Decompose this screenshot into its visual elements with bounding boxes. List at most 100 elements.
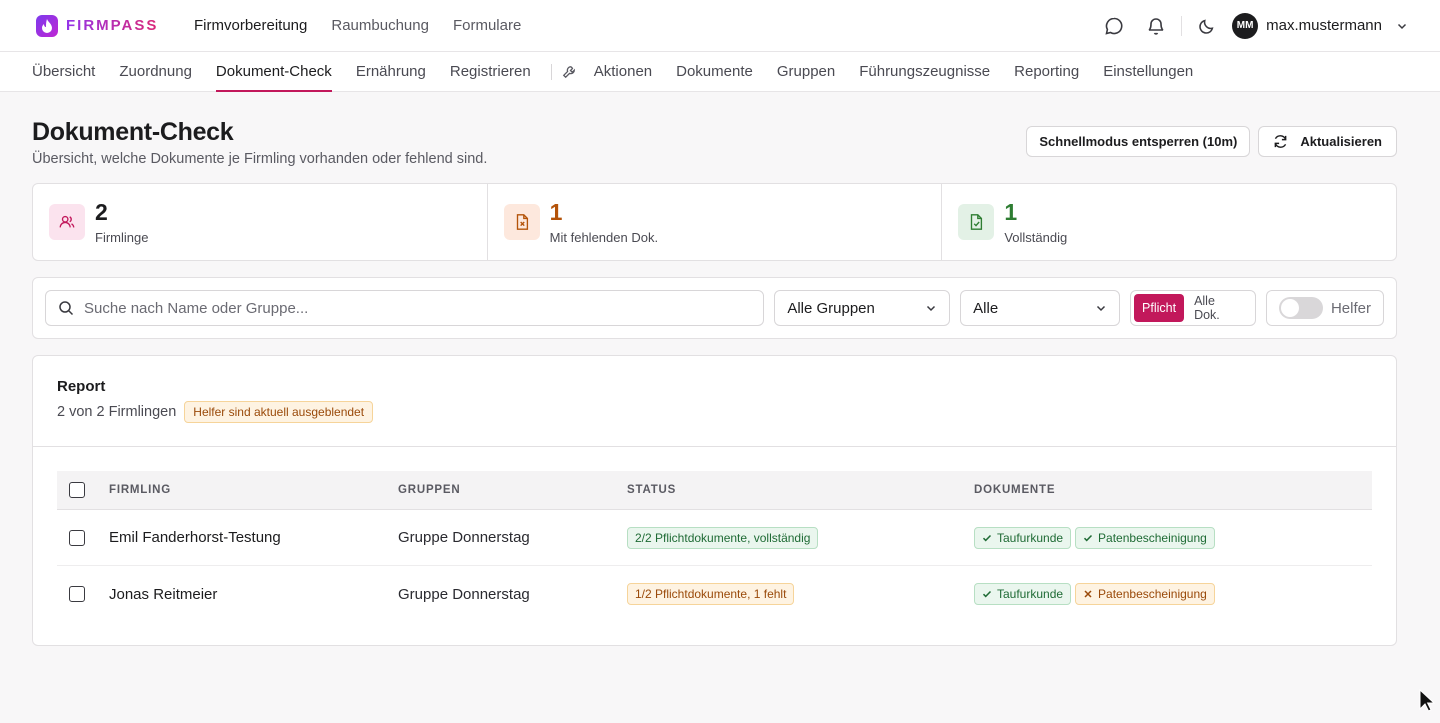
chevron-down-icon <box>1095 302 1107 314</box>
col-dokumente[interactable]: DOKUMENTE <box>974 484 1055 496</box>
nav-divider <box>550 63 552 80</box>
doc-label: Patenbescheinigung <box>1098 587 1207 601</box>
tab-gruppen[interactable]: Gruppen <box>777 52 835 92</box>
refresh-button[interactable]: Aktualisieren <box>1258 126 1397 157</box>
seg-pflicht[interactable]: Pflicht <box>1134 294 1185 322</box>
group-select-value: Alle Gruppen <box>787 299 875 317</box>
tab-zuordnung[interactable]: Zuordnung <box>119 52 192 92</box>
flame-icon <box>36 14 58 37</box>
report-count: 2 von 2 Firmlingen <box>57 404 177 420</box>
stat-value: 1 <box>1004 199 1018 225</box>
select-all-checkbox[interactable] <box>69 482 85 498</box>
row-checkbox[interactable] <box>69 586 85 602</box>
logo[interactable]: FIRMPASS <box>36 14 194 37</box>
main-nav: Firmvorbereitung Raumbuchung Formulare <box>194 17 521 34</box>
page-header: Dokument-Check Übersicht, welche Dokumen… <box>0 92 1440 167</box>
check-icon <box>982 589 992 599</box>
bell-icon[interactable] <box>1145 15 1167 37</box>
stat-value: 2 <box>95 199 108 225</box>
firmling-name[interactable]: Emil Fanderhorst-Testung <box>109 529 398 546</box>
col-gruppen[interactable]: GRUPPEN <box>398 484 627 496</box>
file-x-icon <box>503 204 540 240</box>
tab-fuehrungszeugnisse[interactable]: Führungszeugnisse <box>859 52 990 92</box>
tab-einstellungen[interactable]: Einstellungen <box>1103 52 1193 92</box>
table-header: FIRMLING GRUPPEN STATUS DOKUMENTE <box>57 471 1372 510</box>
col-status[interactable]: STATUS <box>627 484 974 496</box>
row-checkbox[interactable] <box>69 529 85 546</box>
firmling-name[interactable]: Jonas Reitmeier <box>109 586 398 603</box>
report-table: FIRMLING GRUPPEN STATUS DOKUMENTE Emil F… <box>57 471 1372 622</box>
chat-icon[interactable] <box>1103 15 1125 37</box>
stat-complete: 1 Vollständig <box>942 184 1396 260</box>
status-cell: 2/2 Pflichtdokumente, vollständig <box>627 526 974 549</box>
docs-cell: Taufurkunde Patenbescheinigung <box>974 583 1215 605</box>
refresh-icon <box>1273 134 1288 149</box>
group-select[interactable]: Alle Gruppen <box>774 290 951 326</box>
tab-reporting[interactable]: Reporting <box>1014 52 1079 92</box>
chevron-down-icon <box>1396 20 1408 32</box>
filter-bar: Alle Gruppen Alle Pflicht Alle Dok. Helf… <box>32 277 1397 339</box>
stat-label: Mit fehlenden Dok. <box>549 230 659 245</box>
doc-chip: Patenbescheinigung <box>1075 526 1215 549</box>
mouse-cursor-icon <box>1419 688 1436 716</box>
search-input[interactable] <box>84 299 752 317</box>
doc-label: Taufurkunde <box>997 530 1064 545</box>
doc-chip: Taufurkunde <box>974 526 1072 549</box>
tab-registrieren[interactable]: Registrieren <box>450 52 531 92</box>
stat-label: Firmlinge <box>95 230 149 245</box>
sub-nav: Übersicht Zuordnung Dokument-Check Ernäh… <box>0 52 1440 92</box>
seg-alle-dok[interactable]: Alle Dok. <box>1186 294 1252 322</box>
tab-aktionen[interactable]: Aktionen <box>594 52 652 92</box>
helfer-switch[interactable]: Helfer <box>1265 290 1384 326</box>
col-firmling[interactable]: FIRMLING <box>109 484 398 496</box>
unlock-fast-mode-button[interactable]: Schnellmodus entsperren (10m) <box>1026 126 1251 157</box>
avatar: MM <box>1232 12 1259 39</box>
report-title: Report <box>57 378 106 395</box>
chevron-down-icon <box>925 302 937 314</box>
tab-uebersicht[interactable]: Übersicht <box>32 52 95 92</box>
file-check-icon <box>958 204 995 240</box>
check-icon <box>1083 533 1093 543</box>
header-actions: Schnellmodus entsperren (10m) Aktualisie… <box>1026 126 1397 167</box>
wrench-icon <box>562 52 576 91</box>
doc-scope-toggle: Pflicht Alle Dok. <box>1130 290 1256 326</box>
table-row[interactable]: Jonas Reitmeier Gruppe Donnerstag 1/2 Pf… <box>57 566 1372 622</box>
search-box <box>45 290 765 326</box>
main-nav-formulare[interactable]: Formulare <box>453 17 521 34</box>
divider <box>1181 15 1183 36</box>
unlock-button-label: Schnellmodus entsperren (10m) <box>1039 134 1238 149</box>
report-header: Report 2 von 2 Firmlingen Helfer sind ak… <box>33 356 1396 447</box>
table-row[interactable]: Emil Fanderhorst-Testung Gruppe Donnerst… <box>57 510 1372 566</box>
check-icon <box>982 533 992 543</box>
moon-icon[interactable] <box>1196 15 1218 37</box>
group-name: Gruppe Donnerstag <box>398 585 530 603</box>
stat-firmlinge: 2 Firmlinge <box>33 184 488 260</box>
search-icon <box>58 300 74 316</box>
stats-panel: 2 Firmlinge 1 Mit fehlenden Dok. 1 Volls… <box>32 183 1397 261</box>
status-select-value: Alle <box>973 299 999 317</box>
doc-chip: Patenbescheinigung <box>1075 583 1215 605</box>
status-badge: 2/2 Pflichtdokumente, vollständig <box>627 526 819 549</box>
helper-hidden-badge: Helfer sind aktuell ausgeblendet <box>184 401 374 423</box>
top-right-actions: MM max.mustermann <box>1103 12 1408 39</box>
status-cell: 1/2 Pflichtdokumente, 1 fehlt <box>627 583 974 605</box>
page-subtitle: Übersicht, welche Dokumente je Firmling … <box>32 151 488 167</box>
logo-text: FIRMPASS <box>66 17 159 34</box>
tab-ernaehrung[interactable]: Ernährung <box>356 52 426 92</box>
doc-chip: Taufurkunde <box>974 583 1072 605</box>
report-meta: 2 von 2 Firmlingen Helfer sind aktuell a… <box>57 401 1372 423</box>
tab-dokument-check[interactable]: Dokument-Check <box>215 52 332 92</box>
user-name: max.mustermann <box>1266 17 1382 34</box>
user-menu[interactable]: MM max.mustermann <box>1232 12 1408 39</box>
page-title: Dokument-Check <box>32 118 234 146</box>
tab-dokumente[interactable]: Dokumente <box>676 52 753 92</box>
refresh-button-label: Aktualisieren <box>1300 134 1382 149</box>
x-icon <box>1083 589 1093 599</box>
toggle-switch[interactable] <box>1278 297 1323 319</box>
status-select[interactable]: Alle <box>960 290 1121 326</box>
main-nav-firmvorbereitung[interactable]: Firmvorbereitung <box>194 17 307 34</box>
main-nav-raumbuchung[interactable]: Raumbuchung <box>331 17 429 34</box>
stat-missing-docs: 1 Mit fehlenden Dok. <box>488 184 943 260</box>
doc-label: Patenbescheinigung <box>1098 530 1207 545</box>
top-bar: FIRMPASS Firmvorbereitung Raumbuchung Fo… <box>0 0 1440 52</box>
